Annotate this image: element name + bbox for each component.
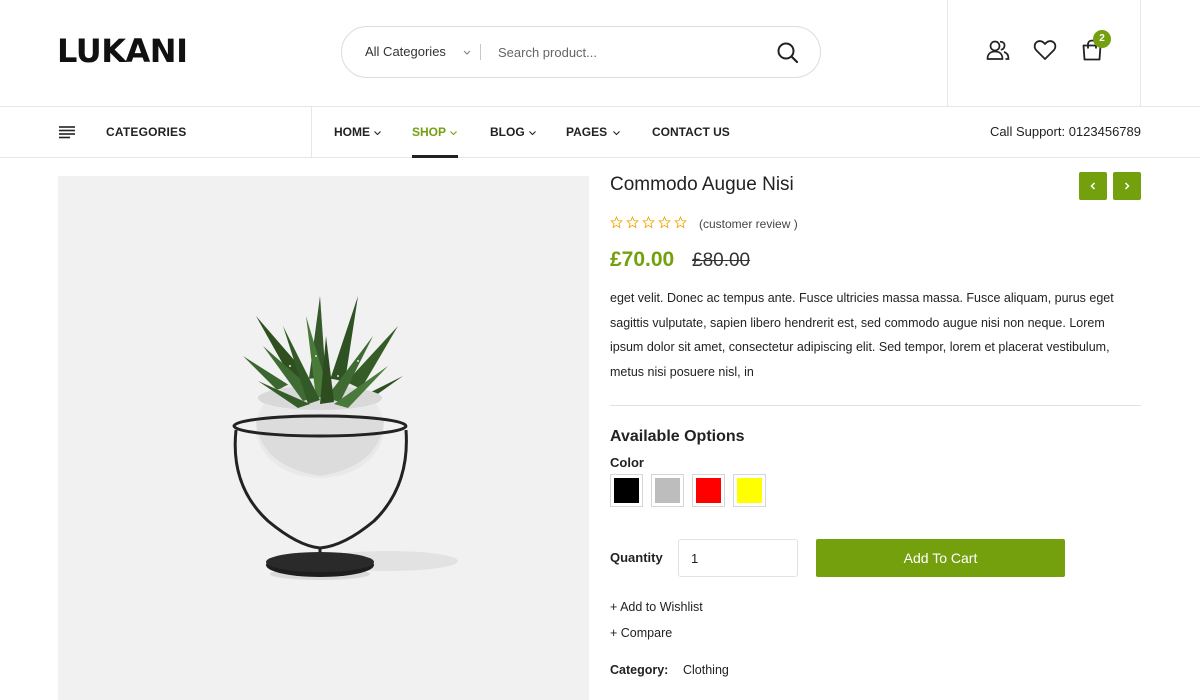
color-swatch-red[interactable] <box>692 474 725 507</box>
logo[interactable]: LUKANI <box>57 33 188 69</box>
swatch-fill <box>696 478 721 503</box>
chevron-left-icon <box>1090 182 1096 190</box>
swatch-fill <box>737 478 762 503</box>
available-options-heading: Available Options <box>610 428 745 445</box>
star-icon <box>642 216 655 229</box>
cart-count-badge: 2 <box>1093 30 1111 48</box>
color-swatch-yellow[interactable] <box>733 474 766 507</box>
chevron-down-icon <box>528 130 536 136</box>
heart-icon[interactable] <box>1032 37 1058 63</box>
nav-item-label: SHOP <box>412 125 447 139</box>
search-category-select[interactable]: All Categories <box>365 27 446 77</box>
add-to-wishlist-link[interactable]: + Add to Wishlist <box>610 600 703 614</box>
chevron-right-icon <box>1124 182 1130 190</box>
plant-pot-illustration <box>232 296 458 580</box>
nav-item-label: HOME <box>334 125 370 139</box>
chevron-down-icon <box>450 130 457 136</box>
star-rating <box>610 216 690 232</box>
star-icon <box>626 216 639 229</box>
menu-icon[interactable] <box>58 124 76 140</box>
star-icon <box>658 216 671 229</box>
site-header: LUKANI All Categories 2 <box>0 0 1200 107</box>
star-icon <box>610 216 623 229</box>
chevron-down-icon <box>374 130 381 136</box>
chevron-down-icon[interactable] <box>461 45 473 59</box>
nav-item-label: CONTACT US <box>652 125 730 139</box>
nav-item-home[interactable]: HOME <box>334 107 382 157</box>
search-input[interactable] <box>498 39 758 65</box>
color-swatch-gray[interactable] <box>651 474 684 507</box>
search-divider <box>480 44 481 60</box>
add-to-cart-button[interactable]: Add To Cart <box>816 539 1065 577</box>
color-label: Color <box>610 455 644 470</box>
categories-label: CATEGORIES <box>106 125 187 139</box>
category-label: Category: <box>610 663 669 677</box>
nav-item-blog[interactable]: BLOG <box>490 107 537 157</box>
product-price: £70.00 <box>610 248 675 271</box>
nav-item-pages[interactable]: PAGES <box>566 107 621 157</box>
search-bar: All Categories <box>341 26 821 78</box>
call-support: Call Support: 0123456789 <box>989 124 1141 139</box>
chevron-down-icon <box>613 130 621 136</box>
main-nav: CATEGORIES HOME SHOP BLOG PAGES CONTACT … <box>0 107 1200 158</box>
category-link[interactable]: Clothing <box>683 663 729 677</box>
quantity-input[interactable] <box>678 539 798 577</box>
nav-item-label: PAGES <box>566 125 608 139</box>
swatch-fill <box>614 478 639 503</box>
next-product-button[interactable] <box>1113 172 1141 200</box>
nav-item-contact-us[interactable]: CONTACT US <box>652 107 730 157</box>
product-description: eget velit. Donec ac tempus ante. Fusce … <box>610 291 1114 379</box>
product-title: Commodo Augue Nisi <box>610 174 794 195</box>
previous-product-button[interactable] <box>1079 172 1107 200</box>
star-icon <box>674 216 687 229</box>
categories-toggle[interactable]: CATEGORIES <box>58 107 312 157</box>
customer-review-link[interactable]: (customer review ) <box>699 216 798 232</box>
quantity-label: Quantity <box>610 550 663 565</box>
header-tools <box>947 0 1141 107</box>
nav-item-label: BLOG <box>490 125 525 139</box>
product-old-price: £80.00 <box>692 250 751 271</box>
user-icon[interactable] <box>985 37 1011 63</box>
search-icon[interactable] <box>774 39 802 67</box>
nav-item-shop[interactable]: SHOP <box>412 107 459 158</box>
divider <box>610 405 1141 406</box>
color-swatch-black[interactable] <box>610 474 643 507</box>
product-image[interactable] <box>58 176 589 700</box>
swatch-fill <box>655 478 680 503</box>
compare-link[interactable]: + Compare <box>610 626 672 640</box>
